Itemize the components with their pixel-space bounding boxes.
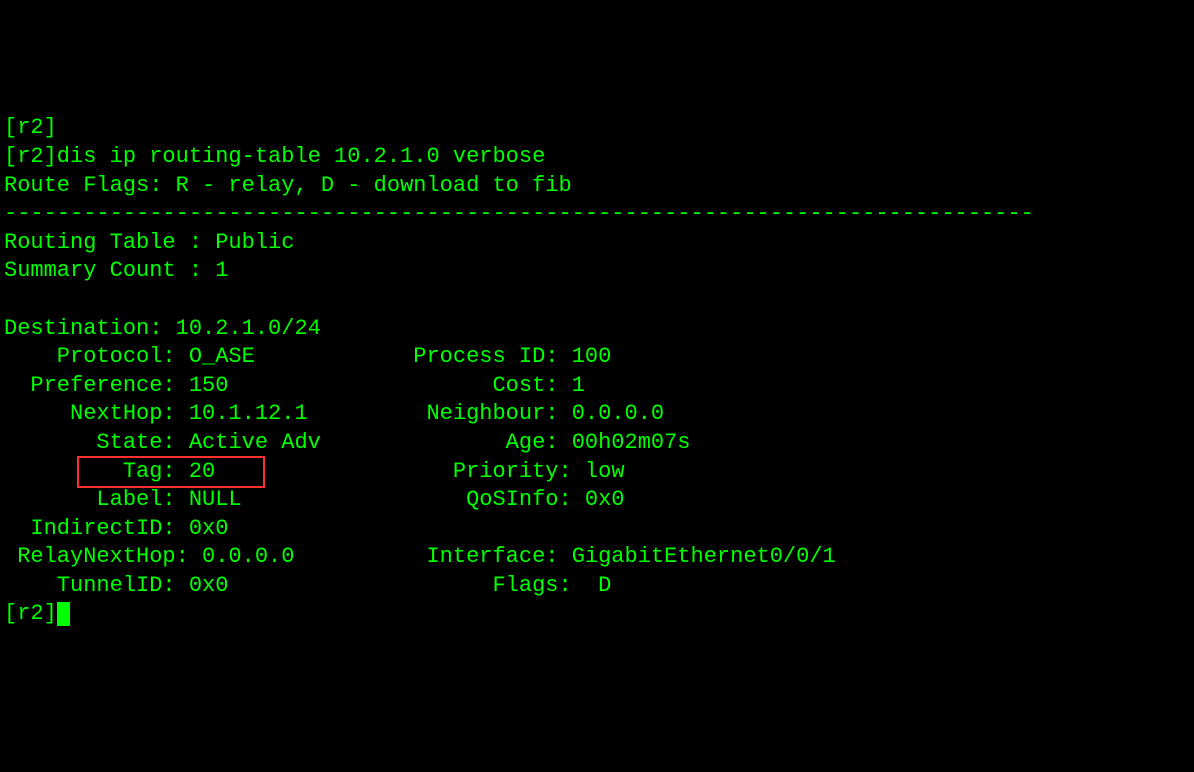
row-tag: Tag: 20 Priority: low (4, 458, 1190, 487)
separator-line: ----------------------------------------… (4, 200, 1190, 229)
cursor (57, 602, 70, 626)
row-preference: Preference: 150 Cost: 1 (4, 372, 1190, 401)
summary-count-line: Summary Count : 1 (4, 257, 1190, 286)
row-relaynexthop: RelayNextHop: 0.0.0.0 Interface: Gigabit… (4, 543, 1190, 572)
row-label: Label: NULL QoSInfo: 0x0 (4, 486, 1190, 515)
row-tunnelid: TunnelID: 0x0 Flags: D (4, 572, 1190, 601)
tag-highlight: Tag: 20 (77, 456, 265, 489)
command-line: [r2]dis ip routing-table 10.2.1.0 verbos… (4, 143, 1190, 172)
flags-line: Route Flags: R - relay, D - download to … (4, 172, 1190, 201)
row-protocol: Protocol: O_ASE Process ID: 100 (4, 343, 1190, 372)
routing-table-line: Routing Table : Public (4, 229, 1190, 258)
row-nexthop: NextHop: 10.1.12.1 Neighbour: 0.0.0.0 (4, 400, 1190, 429)
prompt-text: [r2] (4, 601, 57, 626)
destination-line: Destination: 10.2.1.0/24 (4, 315, 1190, 344)
blank-line (4, 286, 1190, 315)
row-state: State: Active Adv Age: 00h02m07s (4, 429, 1190, 458)
terminal-output[interactable]: [r2][r2]dis ip routing-table 10.2.1.0 ve… (0, 114, 1194, 629)
prompt-end: [r2] (4, 600, 1190, 629)
prev-prompt: [r2] (4, 114, 1190, 143)
row-indirectid: IndirectID: 0x0 (4, 515, 1190, 544)
